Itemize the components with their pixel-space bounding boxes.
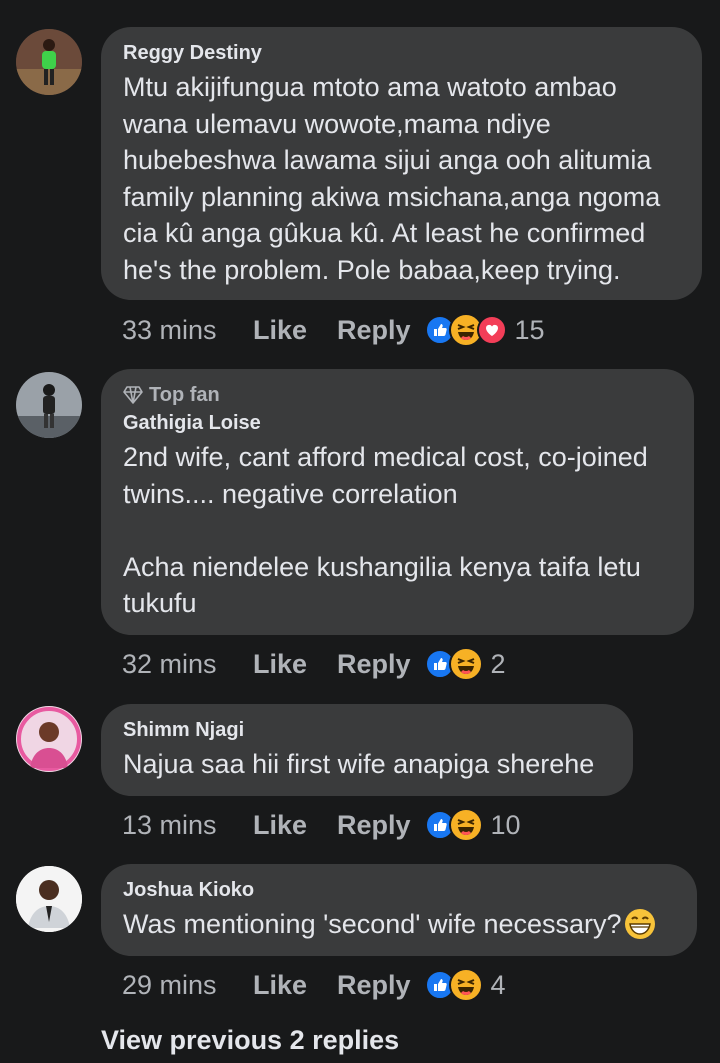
love-icon bbox=[476, 315, 507, 345]
comment-bubble[interactable]: Top fan Gathigia Loise 2nd wife, cant af… bbox=[101, 369, 694, 635]
reaction-count[interactable]: 10 bbox=[491, 810, 521, 841]
comment-actions: 13 mins Like Reply 10 bbox=[122, 807, 521, 843]
reply-button[interactable]: Reply bbox=[337, 649, 411, 680]
avatar[interactable] bbox=[16, 29, 82, 95]
reply-button[interactable]: Reply bbox=[337, 315, 411, 346]
reaction-count[interactable]: 4 bbox=[491, 970, 506, 1001]
commenter-name[interactable]: Shimm Njagi bbox=[123, 718, 611, 742]
like-button[interactable]: Like bbox=[253, 315, 337, 346]
reactions[interactable] bbox=[424, 313, 507, 347]
timestamp[interactable]: 29 mins bbox=[122, 970, 253, 1001]
reaction-count[interactable]: 2 bbox=[491, 649, 506, 680]
diamond-icon bbox=[123, 386, 143, 404]
top-fan-label: Top fan bbox=[149, 384, 220, 406]
comment-actions: 33 mins Like Reply 15 bbox=[122, 312, 545, 348]
grin-emoji-icon bbox=[624, 909, 655, 940]
timestamp[interactable]: 32 mins bbox=[122, 649, 253, 680]
comment-text-content: Was mentioning 'second' wife necessary? bbox=[123, 909, 622, 939]
comment-bubble[interactable]: Reggy Destiny Mtu akijifungua mtoto ama … bbox=[101, 27, 702, 300]
commenter-name[interactable]: Joshua Kioko bbox=[123, 878, 675, 902]
reply-button[interactable]: Reply bbox=[337, 810, 411, 841]
avatar[interactable] bbox=[16, 866, 82, 932]
like-button[interactable]: Like bbox=[253, 649, 337, 680]
comment-text: 2nd wife, cant afford medical cost, co-j… bbox=[123, 442, 648, 618]
reactions[interactable] bbox=[424, 647, 483, 681]
timestamp[interactable]: 13 mins bbox=[122, 810, 253, 841]
like-button[interactable]: Like bbox=[253, 810, 337, 841]
reactions[interactable] bbox=[424, 808, 483, 842]
commenter-name[interactable]: Gathigia Loise bbox=[123, 411, 672, 435]
comment-actions: 29 mins Like Reply 4 bbox=[122, 967, 506, 1003]
avatar[interactable] bbox=[16, 372, 82, 438]
comment-text: Mtu akijifungua mtoto ama watoto ambao w… bbox=[123, 72, 668, 285]
view-previous-replies-link[interactable]: View previous 2 replies bbox=[101, 1025, 399, 1056]
comment-bubble[interactable]: Shimm Njagi Najua saa hii first wife ana… bbox=[101, 704, 633, 796]
commenter-name[interactable]: Reggy Destiny bbox=[123, 41, 680, 65]
comment-text: Was mentioning 'second' wife necessary? bbox=[123, 906, 675, 943]
avatar-photo-icon bbox=[16, 866, 82, 932]
avatar-photo-icon bbox=[16, 29, 82, 95]
comment-text: Najua saa hii first wife anapiga sherehe bbox=[123, 749, 595, 779]
reactions[interactable] bbox=[424, 968, 483, 1002]
avatar-photo-icon bbox=[16, 706, 82, 772]
haha-icon bbox=[448, 808, 483, 842]
timestamp[interactable]: 33 mins bbox=[122, 315, 253, 346]
haha-icon bbox=[448, 647, 483, 681]
like-button[interactable]: Like bbox=[253, 970, 337, 1001]
reply-button[interactable]: Reply bbox=[337, 970, 411, 1001]
haha-icon bbox=[448, 968, 483, 1002]
comment-actions: 32 mins Like Reply 2 bbox=[122, 646, 506, 682]
top-fan-badge: Top fan bbox=[123, 383, 672, 407]
avatar[interactable] bbox=[16, 706, 82, 772]
comment-bubble[interactable]: Joshua Kioko Was mentioning 'second' wif… bbox=[101, 864, 697, 956]
avatar-photo-icon bbox=[16, 372, 82, 438]
reaction-count[interactable]: 15 bbox=[515, 315, 545, 346]
